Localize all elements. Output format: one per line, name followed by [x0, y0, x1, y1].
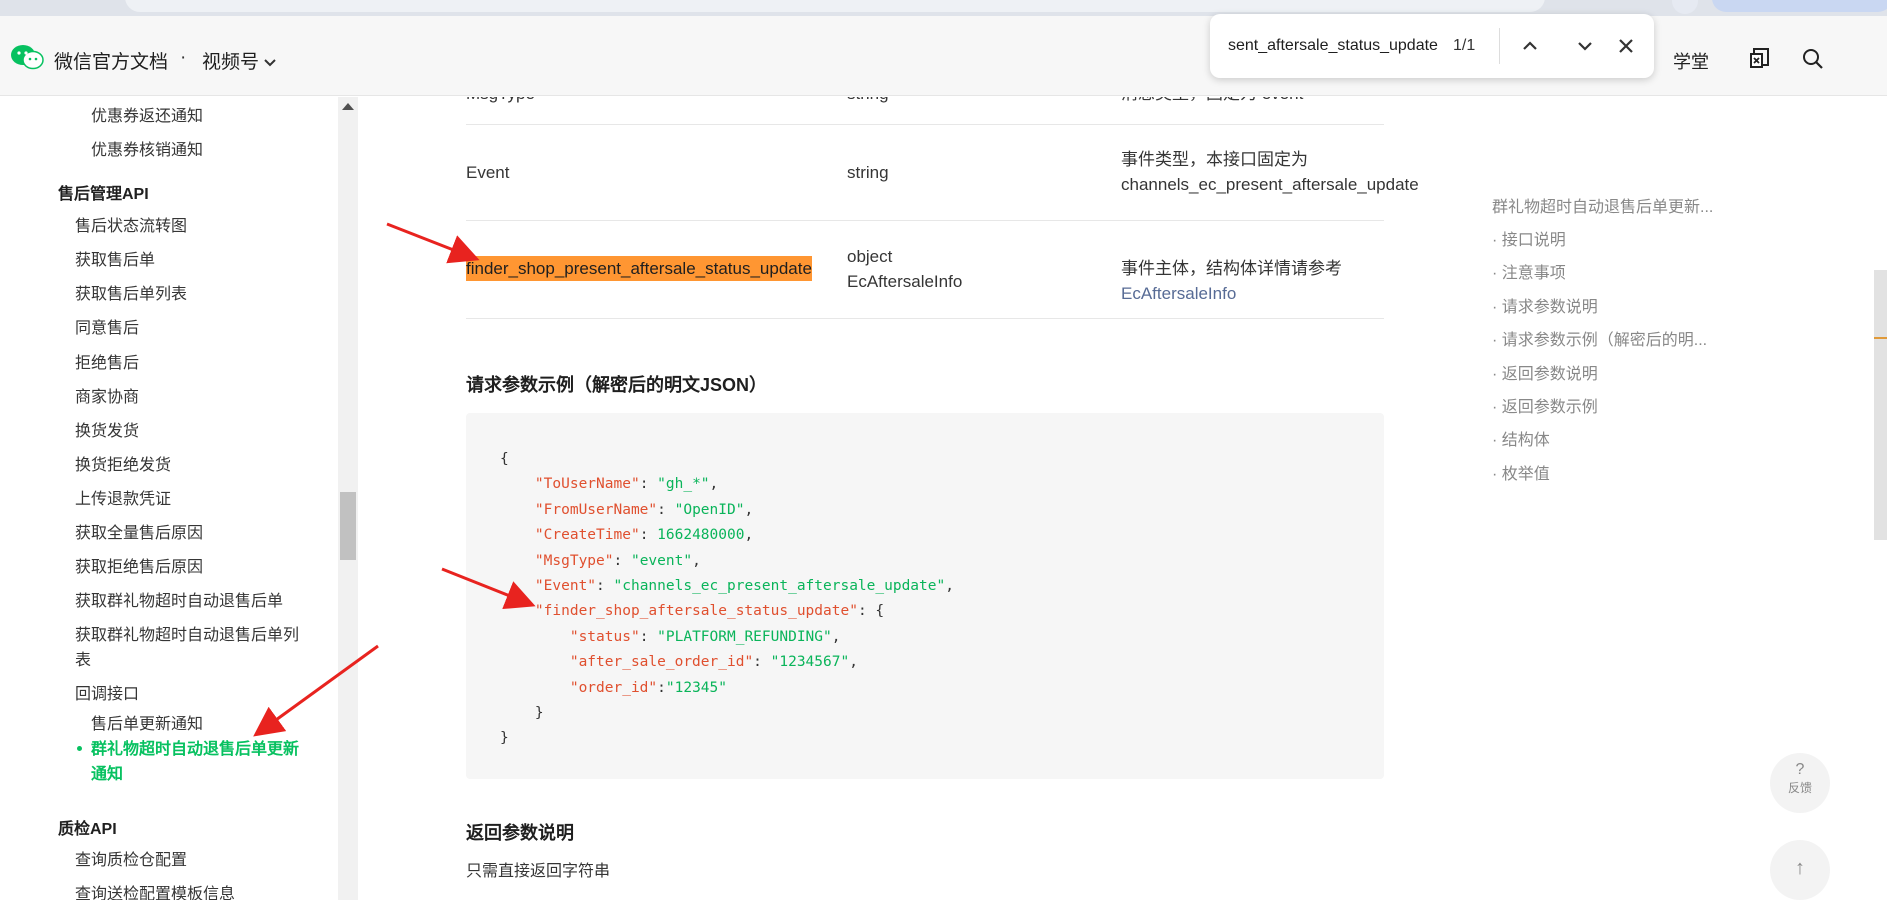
- sidebar-item-gift-timeout-order[interactable]: 获取群礼物超时自动退售后单: [75, 587, 283, 611]
- doc-tool-icon[interactable]: [1748, 46, 1772, 70]
- param-name-highlighted: finder_shop_present_aftersale_status_upd…: [466, 256, 812, 281]
- toc-item[interactable]: · 接口说明: [1492, 226, 1566, 250]
- param-name: MsgType: [466, 97, 535, 106]
- sidebar-item-coupon-redeem[interactable]: 优惠券核销通知: [91, 136, 203, 160]
- channel-label: 视频号: [202, 52, 260, 73]
- sidebar-section-aftersale-api[interactable]: 售后管理API: [58, 180, 149, 204]
- sidebar-item-coupon-return[interactable]: 优惠券返还通知: [91, 102, 203, 126]
- search-icon[interactable]: [1802, 48, 1824, 70]
- sidebar-item-gift-timeout-list[interactable]: 获取群礼物超时自动退售后单列: [75, 621, 299, 645]
- param-desc: 事件主体，结构体详情请参考 EcAftersaleInfo: [1121, 256, 1384, 306]
- chevron-down-icon: [264, 59, 276, 67]
- page-scrollbar-thumb[interactable]: [1874, 270, 1887, 540]
- find-query-input[interactable]: sent_aftersale_status_update: [1228, 37, 1438, 55]
- find-close-icon[interactable]: [1612, 32, 1640, 60]
- url-field[interactable]: [125, 0, 1545, 12]
- active-label-line2: 通知: [91, 766, 124, 783]
- param-type: string: [847, 97, 889, 106]
- param-type-struct: EcAftersaleInfo: [847, 272, 963, 291]
- find-in-page-bar: sent_aftersale_status_update 1/1: [1210, 14, 1654, 78]
- main-content: MsgType string 消息类型，固定为 event Event stri…: [358, 97, 1418, 900]
- channel-dropdown[interactable]: 视频号: [202, 47, 277, 74]
- return-description: 只需直接返回字符串: [466, 863, 611, 880]
- sidebar-item-reject-reasons[interactable]: 获取拒绝售后原因: [75, 553, 203, 577]
- json-code: { "ToUserName": "gh_*", "FromUserName": …: [500, 451, 954, 747]
- sidebar-item-get-aftersale-list[interactable]: 获取售后单列表: [75, 280, 187, 304]
- sidebar-item-reject-aftersale[interactable]: 拒绝售后: [75, 349, 139, 373]
- find-match-marker: [1874, 337, 1887, 339]
- sidebar-item-all-reasons[interactable]: 获取全量售后原因: [75, 519, 203, 543]
- brand-title[interactable]: 微信官方文档: [54, 47, 168, 74]
- toc-item[interactable]: · 结构体: [1492, 426, 1550, 450]
- sidebar-item-aftersale-update-notify[interactable]: 售后单更新通知: [91, 710, 203, 734]
- table-row: MsgType string 消息类型，固定为 event: [466, 97, 1384, 125]
- find-divider: [1499, 28, 1500, 64]
- scroll-up-arrow-icon[interactable]: [342, 103, 354, 110]
- code-block: { "ToUserName": "gh_*", "FromUserName": …: [466, 413, 1384, 779]
- profile-avatar[interactable]: [1672, 0, 1698, 14]
- toc-item[interactable]: 群礼物超时自动退售后单更新...: [1492, 193, 1713, 217]
- nav-xuetang-link[interactable]: 学堂: [1673, 48, 1709, 74]
- sidebar-item-gift-timeout-list-cont[interactable]: 表: [75, 646, 91, 670]
- toc-item[interactable]: · 枚举值: [1492, 460, 1550, 484]
- sidebar-item-status-flow[interactable]: 售后状态流转图: [75, 212, 187, 236]
- wechat-logo-icon[interactable]: [10, 44, 44, 70]
- sidebar-nav: 优惠券返还通知 优惠券核销通知 售后管理API 售后状态流转图 获取售后单 获取…: [0, 97, 338, 900]
- sidebar-item-get-aftersale[interactable]: 获取售后单: [75, 246, 155, 270]
- sidebar-item-merchant-negotiate[interactable]: 商家协商: [75, 383, 139, 407]
- sidebar-scrollbar[interactable]: [338, 97, 358, 900]
- toc-item[interactable]: · 注意事项: [1492, 259, 1566, 283]
- sidebar-item-callbacks[interactable]: 回调接口: [75, 680, 139, 704]
- toc-item[interactable]: · 返回参数说明: [1492, 360, 1598, 384]
- param-name: Event: [466, 163, 510, 182]
- table-row: Event string 事件类型，本接口固定为 channels_ec_pre…: [466, 125, 1418, 221]
- active-label-line1: 群礼物超时自动退售后单更新: [91, 741, 300, 758]
- active-bullet: [77, 746, 82, 751]
- back-to-top-button[interactable]: ↑: [1770, 840, 1830, 900]
- feedback-label: 反馈: [1787, 781, 1812, 795]
- toc-item[interactable]: · 请求参数说明: [1492, 293, 1598, 317]
- sidebar-item-quality-warehouse[interactable]: 查询质检仓配置: [75, 846, 187, 870]
- find-previous-chevron-up-icon[interactable]: [1516, 32, 1544, 60]
- question-icon: ?: [1795, 761, 1805, 778]
- arrow-up-icon: ↑: [1795, 857, 1805, 879]
- find-match-count: 1/1: [1453, 37, 1476, 54]
- section-return-params-title: 返回参数说明: [466, 823, 574, 843]
- sidebar-item-accept-aftersale[interactable]: 同意售后: [75, 314, 139, 338]
- param-desc-text: 事件主体，结构体详情请参考: [1121, 259, 1342, 278]
- sidebar-item-inspection-template[interactable]: 查询送检配置模板信息: [75, 880, 235, 900]
- sidebar-item-upload-refund-proof[interactable]: 上传退款凭证: [75, 485, 171, 509]
- ecaftersaleinfo-link[interactable]: EcAftersaleInfo: [1121, 284, 1236, 303]
- nav-separator: ·: [180, 47, 187, 68]
- sidebar-item-exchange-reject[interactable]: 换货拒绝发货: [75, 451, 171, 475]
- sidebar-item-exchange-ship[interactable]: 换货发货: [75, 417, 139, 441]
- sidebar-scroll-thumb[interactable]: [340, 492, 356, 560]
- table-row: finder_shop_present_aftersale_status_upd…: [466, 221, 1384, 319]
- param-desc-value: channels_ec_present_aftersale_update: [1121, 175, 1418, 194]
- sidebar-section-quality-api[interactable]: 质检API: [58, 815, 117, 839]
- find-next-chevron-down-icon[interactable]: [1571, 32, 1599, 60]
- section-request-example-title: 请求参数示例（解密后的明文JSON）: [466, 375, 768, 395]
- param-desc: 事件类型，本接口固定为: [1121, 150, 1308, 169]
- toc-item[interactable]: · 请求参数示例（解密后的明...: [1492, 326, 1707, 350]
- param-desc: 消息类型，固定为 event: [1121, 97, 1303, 106]
- sidebar-item-gift-timeout-update-notify[interactable]: 群礼物超时自动退售后单更新 通知: [91, 737, 299, 787]
- browser-action-button[interactable]: [1712, 0, 1887, 12]
- feedback-button[interactable]: ? 反馈: [1770, 753, 1830, 813]
- param-type: string: [847, 163, 889, 182]
- param-type: object: [847, 247, 893, 266]
- toc-item[interactable]: · 返回参数示例: [1492, 393, 1598, 417]
